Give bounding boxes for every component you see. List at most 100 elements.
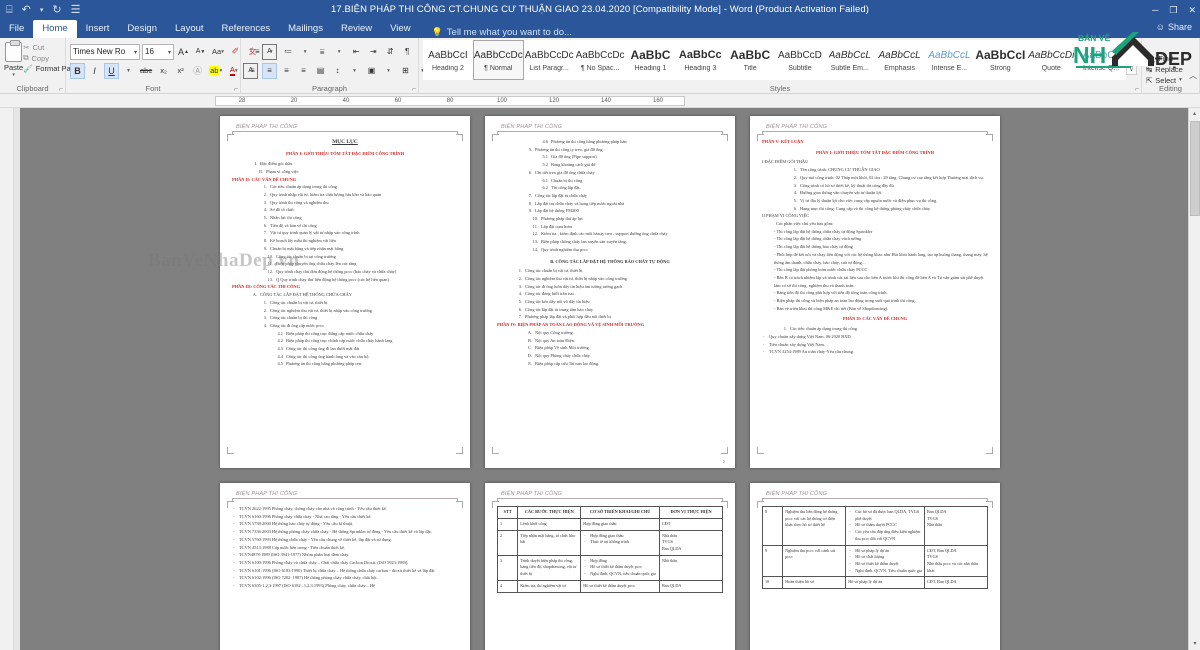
superscript-button[interactable]: x² <box>173 63 188 79</box>
minimize-icon[interactable]: ─ <box>1152 5 1158 15</box>
document-page[interactable]: BIỆN PHÁP THI CÔNG STT CÁC BƯỚC THỰC HIỆN C… <box>485 483 735 650</box>
highlight-color-icon[interactable]: ab ▾ <box>207 63 224 79</box>
style-item[interactable]: AaBbCcL Subtle Em... <box>824 40 875 80</box>
tab-view[interactable]: View <box>381 20 419 38</box>
multilevel-dropdown-icon[interactable]: ▾ <box>332 44 347 60</box>
vertical-scrollbar[interactable]: ▴ ▾ <box>1188 108 1200 650</box>
list-text: Các tiêu chuẩn áp dụng trong thi công <box>270 184 337 190</box>
line-spacing-button[interactable]: ▤ <box>313 63 328 79</box>
scrollbar-thumb[interactable] <box>1190 121 1200 216</box>
style-item[interactable]: AaBbCcL Emphasis <box>874 40 925 80</box>
justify-button[interactable]: ≡ <box>296 63 311 79</box>
style-item[interactable]: AaBbC Title <box>725 40 776 80</box>
font-dialog-launcher[interactable]: ⌐ <box>234 86 238 93</box>
document-page[interactable]: BIỆN PHÁP THI CÔNG 4.6 Phương án thi công … <box>485 116 735 468</box>
chevron-down-icon[interactable]: ▾ <box>12 72 15 78</box>
paste-button[interactable]: Paste ▾ <box>4 40 23 78</box>
style-item[interactable]: AaBbCc Intense Q... <box>1076 40 1126 80</box>
editing-group-label: Editing <box>1159 84 1182 93</box>
style-item[interactable]: AaBbCcL Intense E... <box>924 40 975 80</box>
tab-insert[interactable]: Insert <box>77 20 119 38</box>
paragraph-spacing-button[interactable]: ↕ <box>330 63 345 79</box>
list-number: 8. <box>263 238 267 244</box>
share-button[interactable]: ☺ Share <box>1156 22 1192 32</box>
document-page[interactable]: BIỆN PHÁP THI CÔNG TCVN 2622:1995 Phòng c… <box>220 483 470 650</box>
clipboard-dialog-launcher[interactable]: ⌐ <box>59 86 63 93</box>
bullets-dropdown-icon[interactable]: ▾ <box>264 44 279 60</box>
styles-gallery-scroll[interactable]: ▴ ▾ ⊽ <box>1126 40 1137 76</box>
shading-dropdown-icon[interactable]: ▾ <box>381 63 396 79</box>
align-left-button[interactable]: ≡ <box>245 63 260 79</box>
tab-mailings[interactable]: Mailings <box>279 20 332 38</box>
style-item[interactable]: AaBbCcI Strong <box>974 40 1027 80</box>
styles-scroll-up-icon[interactable]: ▴ <box>1126 40 1137 51</box>
tab-file[interactable]: File <box>0 20 33 38</box>
dash-item: - Thi công lắp đặt hệ thống chữa cháy vá… <box>774 236 862 242</box>
subscript-button[interactable]: x₂ <box>156 63 171 79</box>
window-controls[interactable]: ─ ❐ ✕ <box>1152 0 1196 20</box>
spacing-dropdown-icon[interactable]: ▾ <box>347 63 362 79</box>
tab-references[interactable]: References <box>213 20 280 38</box>
underline-dropdown-icon[interactable]: ▾ <box>121 63 136 79</box>
style-item[interactable]: AaBbCcDc ¶ No Spac... <box>574 40 626 80</box>
sort-button[interactable]: ⇵ <box>383 44 398 60</box>
tab-layout[interactable]: Layout <box>166 20 213 38</box>
decrease-indent-button[interactable]: ⇤ <box>349 44 364 60</box>
align-center-button[interactable]: ≡ <box>262 62 277 79</box>
underline-button[interactable]: U <box>104 62 119 79</box>
scroll-down-icon[interactable]: ▾ <box>1189 638 1200 650</box>
bold-button[interactable]: B <box>70 62 85 79</box>
numbering-dropdown-icon[interactable]: ▾ <box>298 44 313 60</box>
increase-indent-button[interactable]: ⇥ <box>366 44 381 60</box>
strikethrough-button[interactable]: abc <box>138 63 154 79</box>
list-text: Tiến độ và bản vẽ thi công <box>270 222 317 228</box>
styles-dialog-launcher[interactable]: ⌐ <box>1135 86 1139 93</box>
tab-home[interactable]: Home <box>33 20 77 38</box>
italic-button[interactable]: I <box>87 63 102 79</box>
borders-button[interactable]: ⊞ <box>398 63 413 79</box>
header-rule <box>762 131 988 135</box>
numbering-button[interactable]: ≔ <box>281 44 296 60</box>
change-case-button[interactable]: Aa ▾ <box>210 44 226 60</box>
styles-more-icon[interactable]: ⊽ <box>1126 64 1137 75</box>
document-canvas[interactable]: BIỆN PHÁP THI CÔNG MỤC LỤC PHẦN I: GIỚI TH… <box>20 108 1188 650</box>
paragraph-dialog-launcher[interactable]: ⌐ <box>412 86 416 93</box>
multilevel-list-button[interactable]: ⩸ <box>315 44 330 60</box>
style-item[interactable]: AaBbCcDc ¶ Normal <box>472 40 524 80</box>
document-page[interactable]: BIỆN PHÁP THI CÔNG PHẦN V: KẾT LUẬN PHẦN I… <box>750 116 1000 468</box>
style-item[interactable]: AaBbCcDi Quote <box>1026 40 1077 80</box>
font-size-combo[interactable]: 16 <box>142 43 174 60</box>
find-button[interactable]: 🔍 Find <box>1146 54 1173 63</box>
font-color-icon[interactable]: A ▾ <box>226 63 241 79</box>
bullets-button[interactable]: ⋮≡ <box>245 44 262 60</box>
subsection-heading: B. CÔNG TÁC LẮP ĐẶT HỆ THỐNG BÁO CHÁY TỰ… <box>550 258 670 264</box>
styles-scroll-down-icon[interactable]: ▾ <box>1126 52 1137 63</box>
styles-gallery[interactable]: AaBbCcI Heading 2 AaBbCcDc ¶ Normal AaBbCcDc… <box>423 40 1126 80</box>
horizontal-ruler[interactable]: 28 20 40 60 80 100 120 140 160 <box>215 96 685 106</box>
tell-me-search[interactable]: 💡 Tell me what you want to do... <box>420 27 572 38</box>
replace-button[interactable]: ↹ Replace <box>1146 65 1183 74</box>
align-right-button[interactable]: ≡ <box>279 63 294 79</box>
table-cell-unit: Nhà thầu <box>659 554 723 581</box>
section-heading: PHẦN IV: BIỆN PHÁP AN TOÀN LAO ĐỘNG VÀ V… <box>497 322 645 328</box>
tab-design[interactable]: Design <box>118 20 166 38</box>
shading-button[interactable]: ▣ <box>364 63 379 79</box>
grow-font-button[interactable]: A ▲ <box>176 44 191 60</box>
document-page[interactable]: BIỆN PHÁP THI CÔNG 8 Nghiệm thu liên động … <box>750 483 1000 650</box>
style-item[interactable]: AaBbCc Heading 3 <box>675 40 726 80</box>
style-item[interactable]: AaBbC Heading 1 <box>625 40 676 80</box>
style-item[interactable]: AaBbCcD Subtitle <box>775 40 825 80</box>
style-item[interactable]: AaBbCcDc List Paragr... <box>523 40 575 80</box>
close-icon[interactable]: ✕ <box>1188 5 1196 16</box>
tab-review[interactable]: Review <box>332 20 381 38</box>
document-page[interactable]: BIỆN PHÁP THI CÔNG MỤC LỤC PHẦN I: GIỚI TH… <box>220 116 470 468</box>
show-formatting-marks-button[interactable]: ¶ <box>400 44 415 60</box>
restore-icon[interactable]: ❐ <box>1169 5 1177 16</box>
table-cell-line: Nhà thầu <box>927 522 943 528</box>
scroll-up-icon[interactable]: ▴ <box>1189 108 1200 120</box>
style-item[interactable]: AaBbCcI Heading 2 <box>423 40 473 80</box>
text-effects-icon[interactable]: Ⓐ <box>190 63 205 79</box>
collapse-ribbon-icon[interactable]: ︿ <box>1189 70 1197 81</box>
font-name-combo[interactable]: Times New Ro <box>70 43 140 60</box>
shrink-font-button[interactable]: A ▼ <box>193 44 208 60</box>
